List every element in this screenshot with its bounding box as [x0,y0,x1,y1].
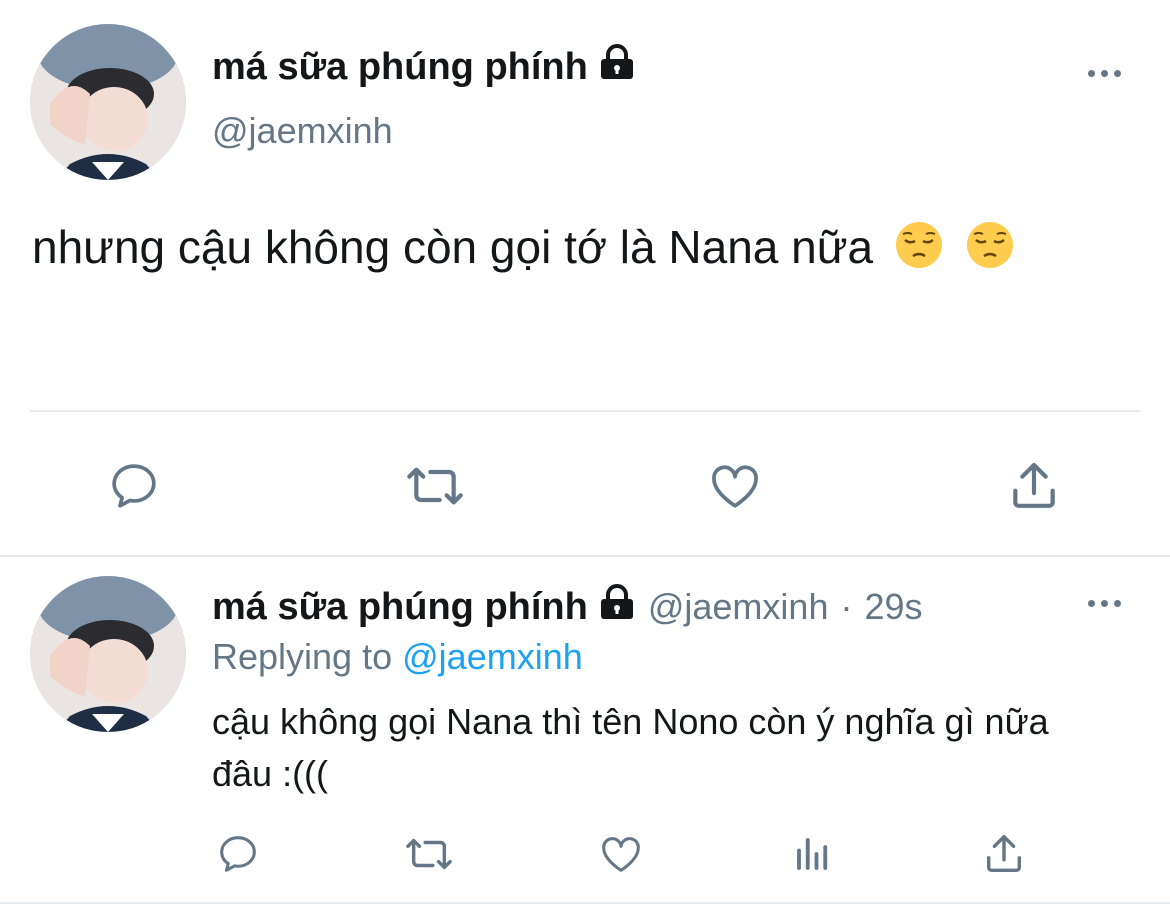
display-name[interactable]: má sữa phúng phính [212,584,636,630]
tweet-text-content: nhưng cậu không còn gọi tớ là Nana nữa [32,221,874,273]
retweet-icon[interactable] [402,456,468,516]
replying-to: Replying to @jaemxinh [212,636,583,678]
display-name-text[interactable]: má sữa phúng phính [212,586,588,629]
tweet-text: nhưng cậu không còn gọi tớ là Nana nữa [32,220,1015,281]
lock-icon [598,584,636,630]
more-options-icon[interactable] [1088,600,1121,607]
timestamp[interactable]: 29s [864,586,922,628]
reply-header: má sữa phúng phính @jaemxinh · 29s [212,584,923,630]
display-name[interactable]: má sữa phúng phính [212,44,636,90]
pensive-face-emoji [965,220,1015,281]
reply-text: cậu không gọi Nana thì tên Nono còn ý ng… [212,701,1049,794]
pensive-face-emoji [894,220,944,281]
divider [0,902,1170,904]
handle[interactable]: @jaemxinh [648,586,829,628]
handle[interactable]: @jaemxinh [212,110,393,152]
divider [0,555,1170,557]
replying-to-label: Replying to [212,636,393,677]
like-icon[interactable] [704,456,766,516]
replying-to-link[interactable]: @jaemxinh [402,636,583,677]
reply-icon[interactable] [214,830,262,878]
analytics-icon[interactable] [790,830,836,878]
separator-dot: · [840,586,853,627]
avatar[interactable] [30,24,186,180]
lock-icon [598,44,636,90]
retweet-icon[interactable] [402,830,456,878]
share-icon[interactable] [1004,456,1064,516]
divider [30,410,1140,412]
like-icon[interactable] [596,830,646,878]
more-options-icon[interactable] [1088,70,1121,77]
display-name-text[interactable]: má sữa phúng phính [212,46,588,89]
avatar[interactable] [30,576,186,732]
reply-icon[interactable] [104,456,164,516]
share-icon[interactable] [980,830,1028,878]
